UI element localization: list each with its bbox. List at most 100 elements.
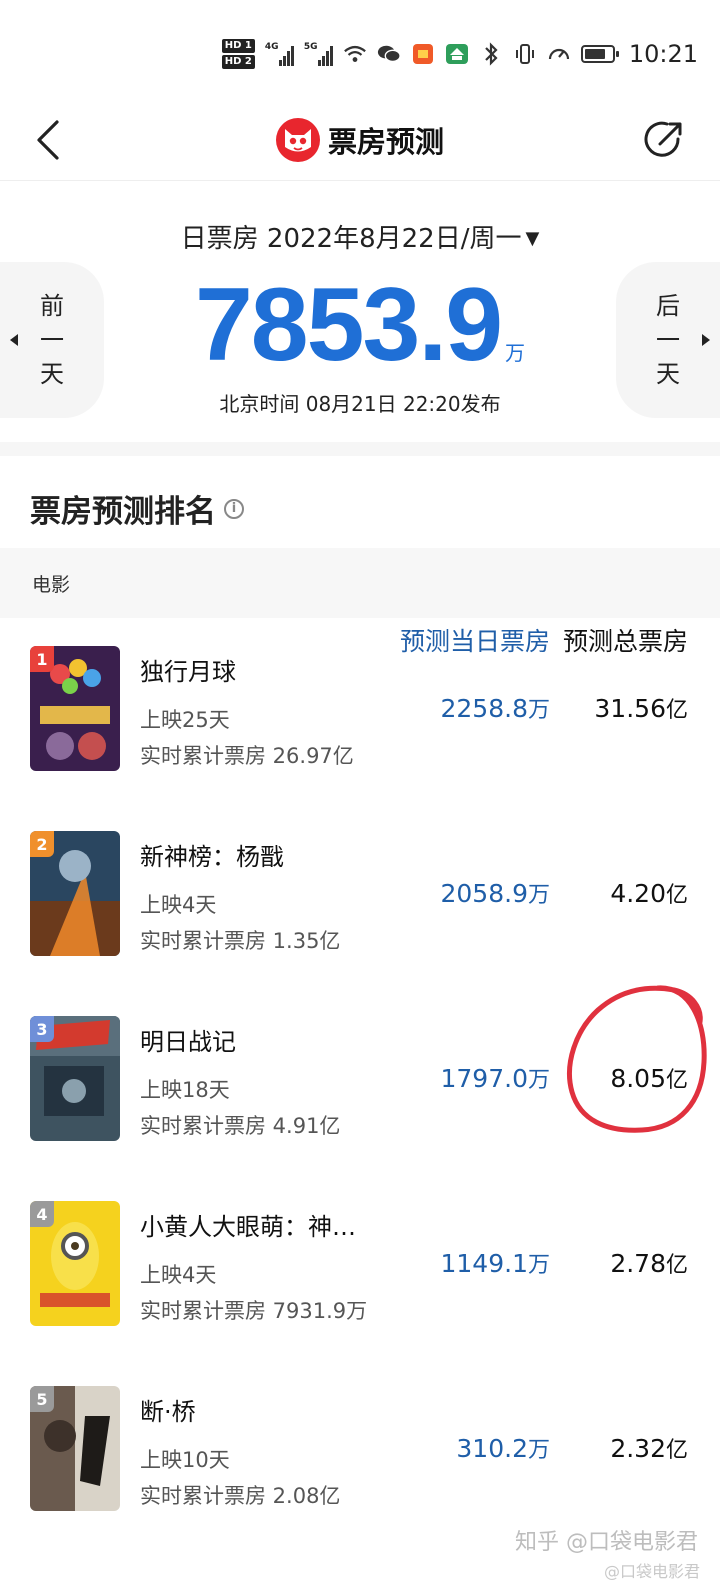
signal-4g-icon: 4G — [265, 42, 294, 66]
predicted-total: 31.56亿 — [594, 692, 688, 724]
total-unit: 亿 — [665, 883, 688, 908]
movie-poster[interactable]: 5 — [30, 1386, 120, 1511]
box-office-unit: 万 — [505, 341, 526, 365]
share-icon — [644, 121, 682, 157]
status-icons: HD 1 HD 2 4G 5G 10:21 — [221, 34, 698, 74]
daily-value: 1149.1 — [440, 1249, 528, 1278]
movie-title: 独行月球 — [140, 658, 236, 686]
cumulative-box-office: 实时累计票房 7931.9万 — [140, 1299, 368, 1323]
wechat-icon — [377, 42, 401, 66]
clock: 10:21 — [628, 40, 698, 68]
predicted-total: 2.32亿 — [610, 1432, 688, 1464]
cumulative-box-office: 实时累计票房 1.35亿 — [140, 929, 341, 953]
movie-title: 明日战记 — [140, 1028, 236, 1056]
total-unit: 亿 — [665, 1253, 688, 1278]
daily-box-office-total: 7853.9 万 — [0, 266, 720, 385]
daily-unit: 万 — [527, 1253, 550, 1278]
hd-indicator: HD 1 HD 2 — [221, 39, 255, 69]
signal-5g-icon: 5G — [304, 42, 333, 66]
days-released: 上映18天 — [140, 1078, 230, 1102]
movie-poster[interactable]: 2 — [30, 831, 120, 956]
speedometer-icon — [547, 42, 571, 66]
table-row[interactable]: 4 小黄人大眼萌：神… 上映4天实时累计票房 7931.9万 1149.1万 2.78亿 — [0, 1173, 720, 1358]
vibrate-icon — [513, 42, 537, 66]
movie-poster[interactable]: 1 — [30, 646, 120, 771]
daily-value: 1797.0 — [440, 1064, 528, 1093]
total-value: 4.20 — [610, 879, 666, 908]
table-row[interactable]: 2 新神榜：杨戬上映4天实时累计票房 1.35亿 2058.9万 4.20亿 — [0, 803, 720, 988]
nav-title-group: 票房预测 — [0, 100, 720, 180]
predicted-daily: 310.2万 — [456, 1432, 550, 1464]
sig1-label: 4G — [264, 42, 279, 52]
total-unit: 亿 — [665, 698, 688, 723]
movie-title: 小黄人大眼萌：神… — [140, 1213, 356, 1241]
rank-badge: 1 — [30, 646, 54, 672]
wifi-icon — [343, 42, 367, 66]
ranking-section-title: 票房预测排名 i — [30, 486, 244, 531]
predicted-daily: 1149.1万 — [441, 1247, 551, 1279]
movie-title: 新神榜：杨戬 — [140, 843, 284, 871]
daily-value: 2258.8 — [440, 694, 528, 723]
bluetooth-icon — [479, 42, 503, 66]
caret-down-icon: ▼ — [525, 228, 540, 249]
predicted-daily: 2058.9万 — [441, 877, 551, 909]
daily-value: 2058.9 — [440, 879, 528, 908]
share-button[interactable] — [636, 112, 692, 168]
total-unit: 亿 — [665, 1068, 688, 1093]
date-selector[interactable]: 日票房 2022年8月22日/周一 ▼ — [0, 218, 720, 255]
page-title: 票房预测 — [327, 125, 444, 159]
box-office-value: 7853.9 — [194, 267, 503, 383]
rank-badge: 4 — [30, 1201, 54, 1227]
info-icon[interactable]: i — [224, 498, 244, 519]
ranking-list: 1 独行月球 上映25天 实时累计票房 26.97亿 2258.8万 31.56亿 2 新神榜… — [0, 618, 720, 1543]
status-bar: HD 1 HD 2 4G 5G 10:21 — [0, 0, 720, 100]
movie-poster[interactable]: 4 — [30, 1201, 120, 1326]
daily-unit: 万 — [527, 883, 550, 908]
battery-icon — [580, 45, 619, 63]
total-value: 2.78 — [610, 1249, 666, 1278]
movie-title: 断·桥 — [140, 1398, 196, 1426]
days-released: 上映4天 — [140, 893, 217, 917]
daily-unit: 万 — [527, 1068, 550, 1093]
section-divider — [0, 442, 720, 456]
daily-unit: 万 — [527, 1438, 550, 1463]
predicted-total: 8.05亿 — [610, 1062, 688, 1094]
maoyan-cat-logo-icon — [275, 118, 320, 162]
bank-app-icon — [445, 42, 469, 66]
movie-poster[interactable]: 3 — [30, 1016, 120, 1141]
total-value: 8.05 — [610, 1064, 666, 1093]
date-label: 日票房 2022年8月22日/周一 — [180, 224, 522, 254]
daily-unit: 万 — [527, 698, 550, 723]
days-released: 上映4天 — [140, 1263, 217, 1287]
hd2-badge: HD 2 — [221, 55, 255, 69]
app-notification-icon — [411, 42, 435, 66]
nav-bar: 票房预测 — [0, 100, 720, 181]
publish-time: 北京时间 08月21日 22:20发布 — [219, 392, 501, 416]
total-unit: 亿 — [665, 1438, 688, 1463]
table-row[interactable]: 5 断·桥上映10天实时累计票房 2.08亿 310.2万 2.32亿 — [0, 1358, 720, 1543]
cumulative-box-office: 实时累计票房 26.97亿 — [140, 744, 354, 768]
predicted-daily: 1797.0万 — [441, 1062, 551, 1094]
days-released: 上映25天 — [140, 708, 230, 732]
table-row[interactable]: 1 独行月球上映25天实时累计票房 26.97亿 2258.8万 31.56亿 — [0, 618, 720, 803]
total-value: 2.32 — [610, 1434, 666, 1463]
battery-fill — [584, 49, 605, 59]
rank-badge: 5 — [30, 1386, 54, 1412]
watermark-secondary: @口袋电影君 — [603, 1562, 700, 1581]
hd1-badge: HD 1 — [221, 39, 255, 53]
rank-badge: 2 — [30, 831, 54, 857]
watermark: 知乎 @口袋电影君 — [515, 1530, 698, 1555]
predicted-total: 2.78亿 — [610, 1247, 688, 1279]
column-header-movie: 电影 — [32, 574, 71, 596]
table-header: 电影 预测当日票房 预测总票房 — [0, 548, 720, 656]
days-released: 上映10天 — [140, 1448, 230, 1472]
table-row[interactable]: 3 明日战记 上映18天 实时累计票房 4.91亿 1797.0万 8.05亿 — [0, 988, 720, 1173]
ranking-title: 票房预测排名 — [30, 494, 216, 530]
total-value: 31.56 — [594, 694, 666, 723]
rank-badge: 3 — [30, 1016, 54, 1042]
sig2-label: 5G — [303, 42, 318, 52]
daily-value: 310.2 — [456, 1434, 528, 1463]
predicted-total: 4.20亿 — [610, 877, 688, 909]
cumulative-box-office: 实时累计票房 2.08亿 — [140, 1484, 341, 1508]
predicted-daily: 2258.8万 — [441, 692, 551, 724]
